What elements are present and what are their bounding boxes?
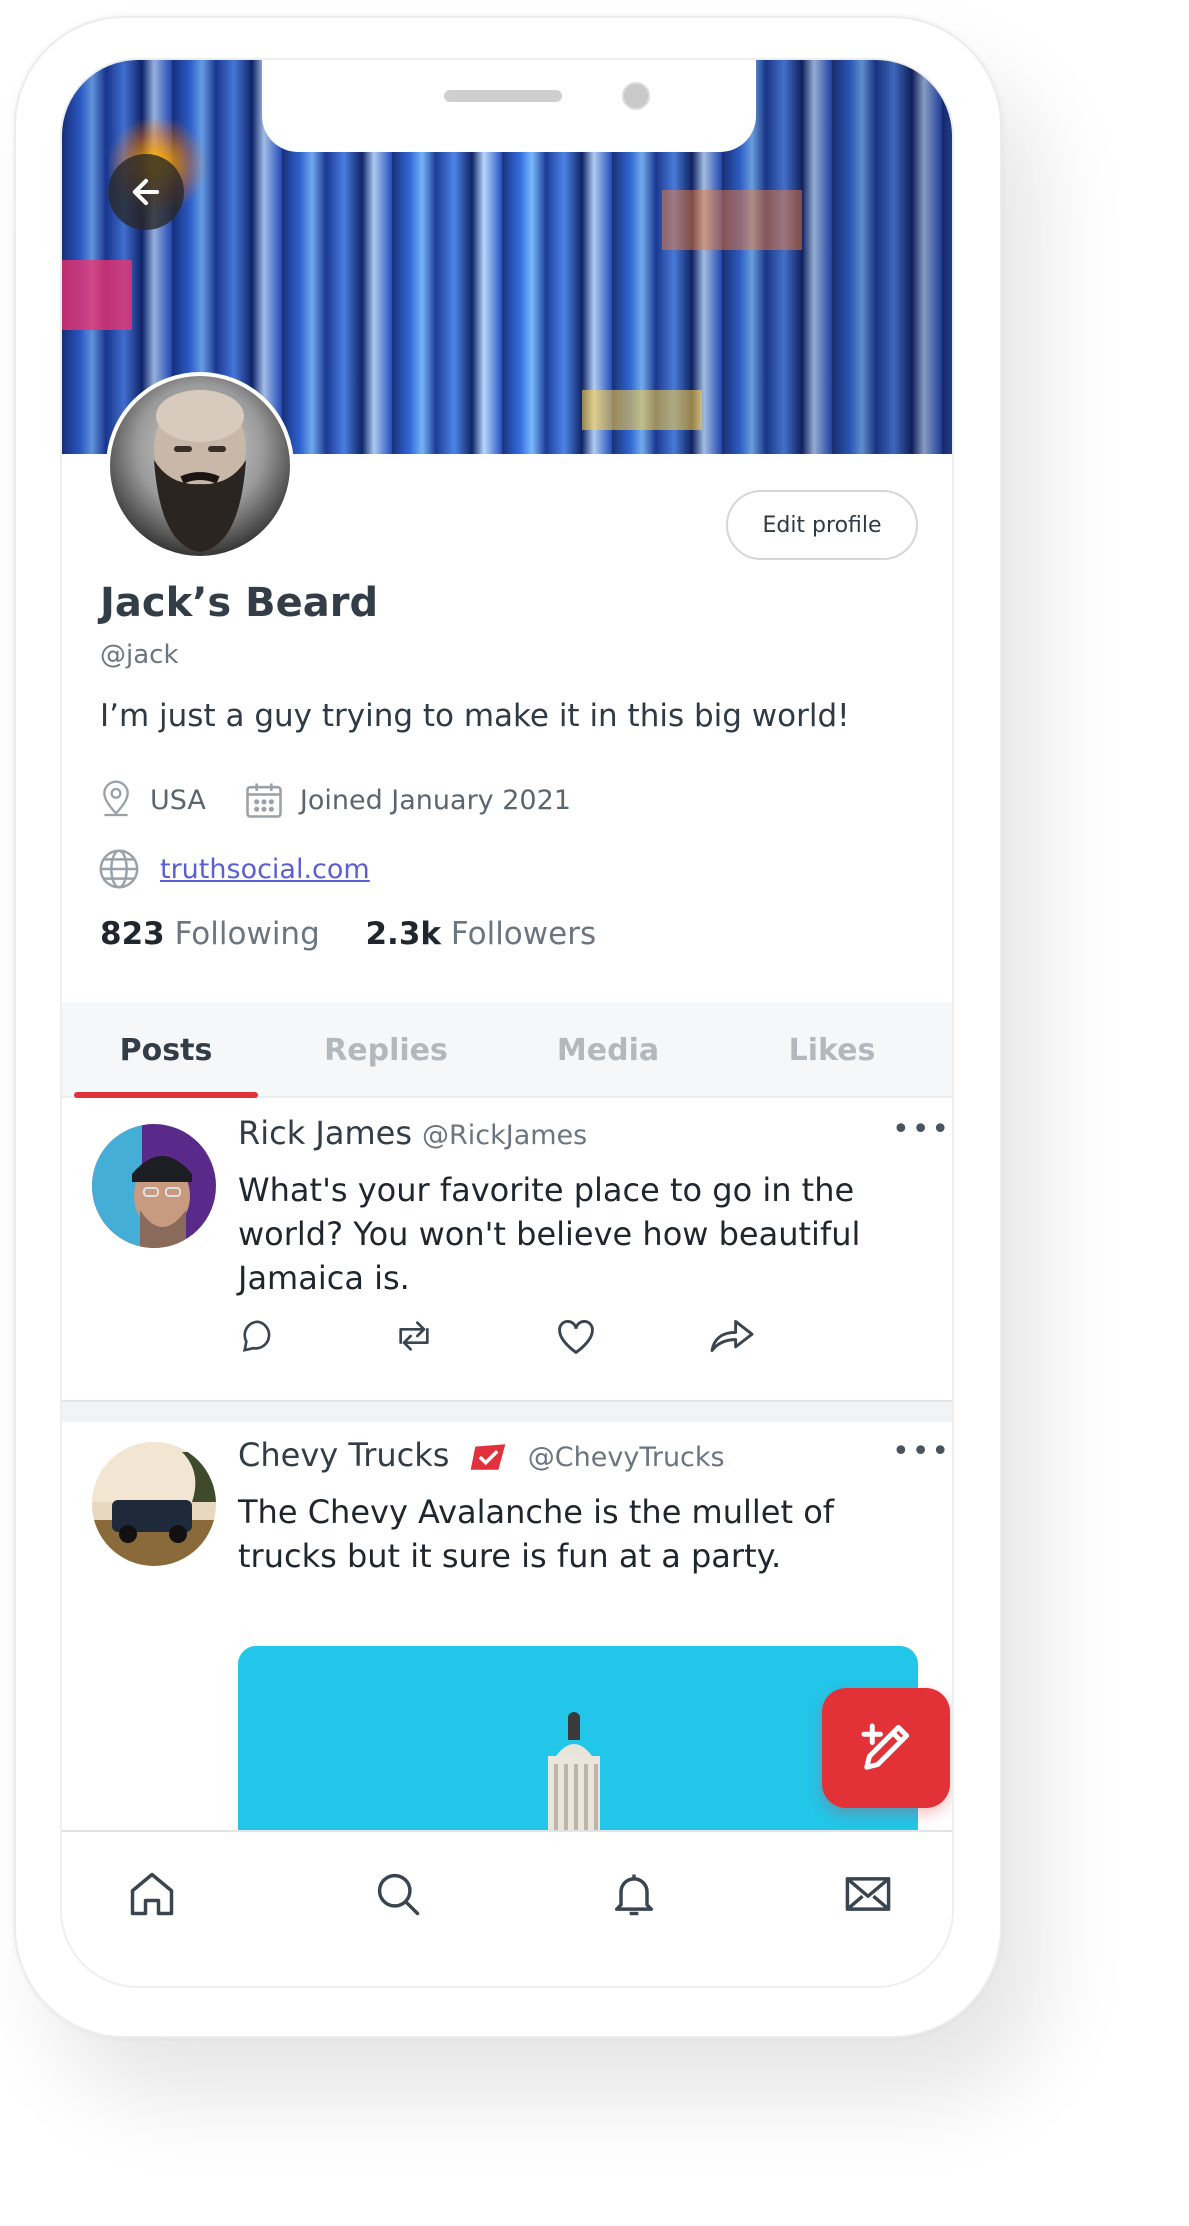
avatar-image bbox=[92, 1124, 216, 1248]
followers-stat[interactable]: 2.3k Followers bbox=[365, 916, 596, 952]
tab-replies[interactable]: Replies bbox=[296, 1002, 476, 1098]
compose-icon bbox=[861, 1723, 910, 1770]
following-stat[interactable]: 823 Following bbox=[100, 916, 320, 952]
globe-icon bbox=[99, 849, 139, 889]
author-name: Rick James bbox=[238, 1114, 412, 1152]
verified-badge-icon bbox=[470, 1444, 505, 1470]
back-button[interactable] bbox=[108, 154, 184, 230]
website-link[interactable]: truthsocial.com bbox=[160, 854, 370, 885]
notch bbox=[262, 60, 756, 152]
nav-search[interactable] bbox=[368, 1864, 428, 1924]
profile-name: Jack’s Beard bbox=[100, 580, 379, 626]
location-text: USA bbox=[150, 784, 206, 816]
post-author[interactable]: Chevy Trucks @ChevyTrucks bbox=[238, 1436, 725, 1474]
like-icon[interactable] bbox=[554, 1316, 598, 1356]
post-avatar[interactable] bbox=[92, 1442, 216, 1566]
phone-frame: Edit profile Jack’s Beard @jack I’m just… bbox=[14, 16, 1002, 2038]
arrow-left-icon bbox=[132, 178, 160, 206]
repost-icon[interactable] bbox=[390, 1316, 438, 1356]
author-handle: @RickJames bbox=[422, 1120, 588, 1151]
follow-stats: 823 Following 2.3k Followers bbox=[100, 916, 596, 952]
camera bbox=[622, 82, 650, 110]
more-options-button[interactable]: ••• bbox=[892, 1434, 951, 1469]
search-icon bbox=[377, 1873, 420, 1916]
nav-notifications[interactable] bbox=[604, 1864, 664, 1924]
bell-icon bbox=[614, 1874, 654, 1916]
edit-profile-button[interactable]: Edit profile bbox=[726, 490, 918, 560]
author-name: Chevy Trucks bbox=[238, 1436, 450, 1474]
share-icon[interactable] bbox=[708, 1316, 756, 1356]
screen: Edit profile Jack’s Beard @jack I’m just… bbox=[60, 58, 954, 1988]
profile-meta: USA Joined January 2021 bbox=[96, 778, 607, 822]
post-text: What's your favorite place to go in the … bbox=[238, 1171, 861, 1297]
post-divider bbox=[62, 1400, 952, 1422]
nav-messages[interactable] bbox=[838, 1864, 898, 1924]
compose-button[interactable] bbox=[822, 1688, 950, 1808]
tab-likes[interactable]: Likes bbox=[742, 1002, 922, 1098]
more-options-button[interactable]: ••• bbox=[892, 1112, 951, 1147]
post-avatar[interactable] bbox=[92, 1124, 216, 1248]
speaker bbox=[444, 90, 562, 102]
post-media-image[interactable] bbox=[238, 1646, 918, 1846]
post-text: The Chevy Avalanche is the mullet of tru… bbox=[238, 1493, 835, 1575]
home-icon bbox=[130, 1872, 174, 1916]
profile-tabs: Posts Replies Media Likes bbox=[62, 1002, 952, 1098]
bottom-nav bbox=[62, 1830, 952, 1986]
reply-icon[interactable] bbox=[238, 1316, 278, 1356]
calendar-icon bbox=[246, 783, 282, 818]
post-author[interactable]: Rick James @RickJames bbox=[238, 1114, 587, 1152]
post-item[interactable]: Rick James @RickJames ••• What's your fav… bbox=[62, 1098, 952, 1400]
capitol-dome-image bbox=[548, 1712, 600, 1846]
profile-handle: @jack bbox=[100, 640, 179, 670]
tab-posts[interactable]: Posts bbox=[74, 1002, 258, 1098]
joined-text: Joined January 2021 bbox=[299, 784, 571, 816]
mail-icon bbox=[845, 1877, 891, 1911]
profile-bio: I’m just a guy trying to make it in this… bbox=[100, 698, 850, 734]
profile-avatar[interactable] bbox=[106, 372, 294, 560]
avatar-image bbox=[154, 390, 246, 552]
website-row: truthsocial.com bbox=[96, 846, 370, 892]
map-pin-icon bbox=[103, 780, 129, 817]
author-handle: @ChevyTrucks bbox=[527, 1442, 725, 1473]
nav-home[interactable] bbox=[122, 1864, 182, 1924]
avatar-image bbox=[92, 1442, 216, 1566]
tab-media[interactable]: Media bbox=[518, 1002, 698, 1098]
